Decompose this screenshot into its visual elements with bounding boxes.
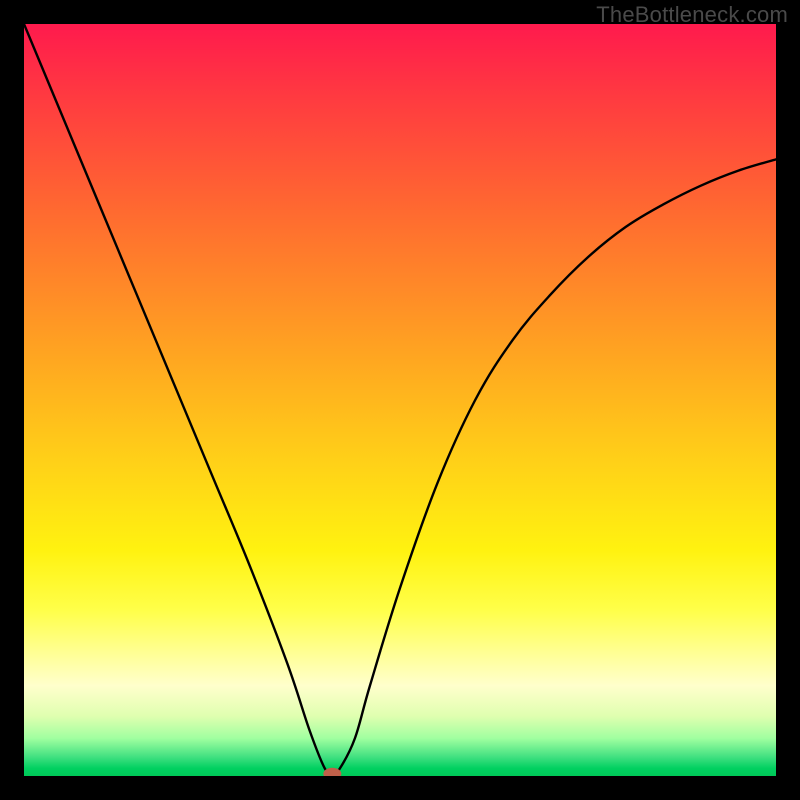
watermark-text: TheBottleneck.com <box>596 2 788 28</box>
bottleneck-curve-path <box>24 24 776 774</box>
bottleneck-curve-svg <box>24 24 776 776</box>
chart-plot-area <box>24 24 776 776</box>
